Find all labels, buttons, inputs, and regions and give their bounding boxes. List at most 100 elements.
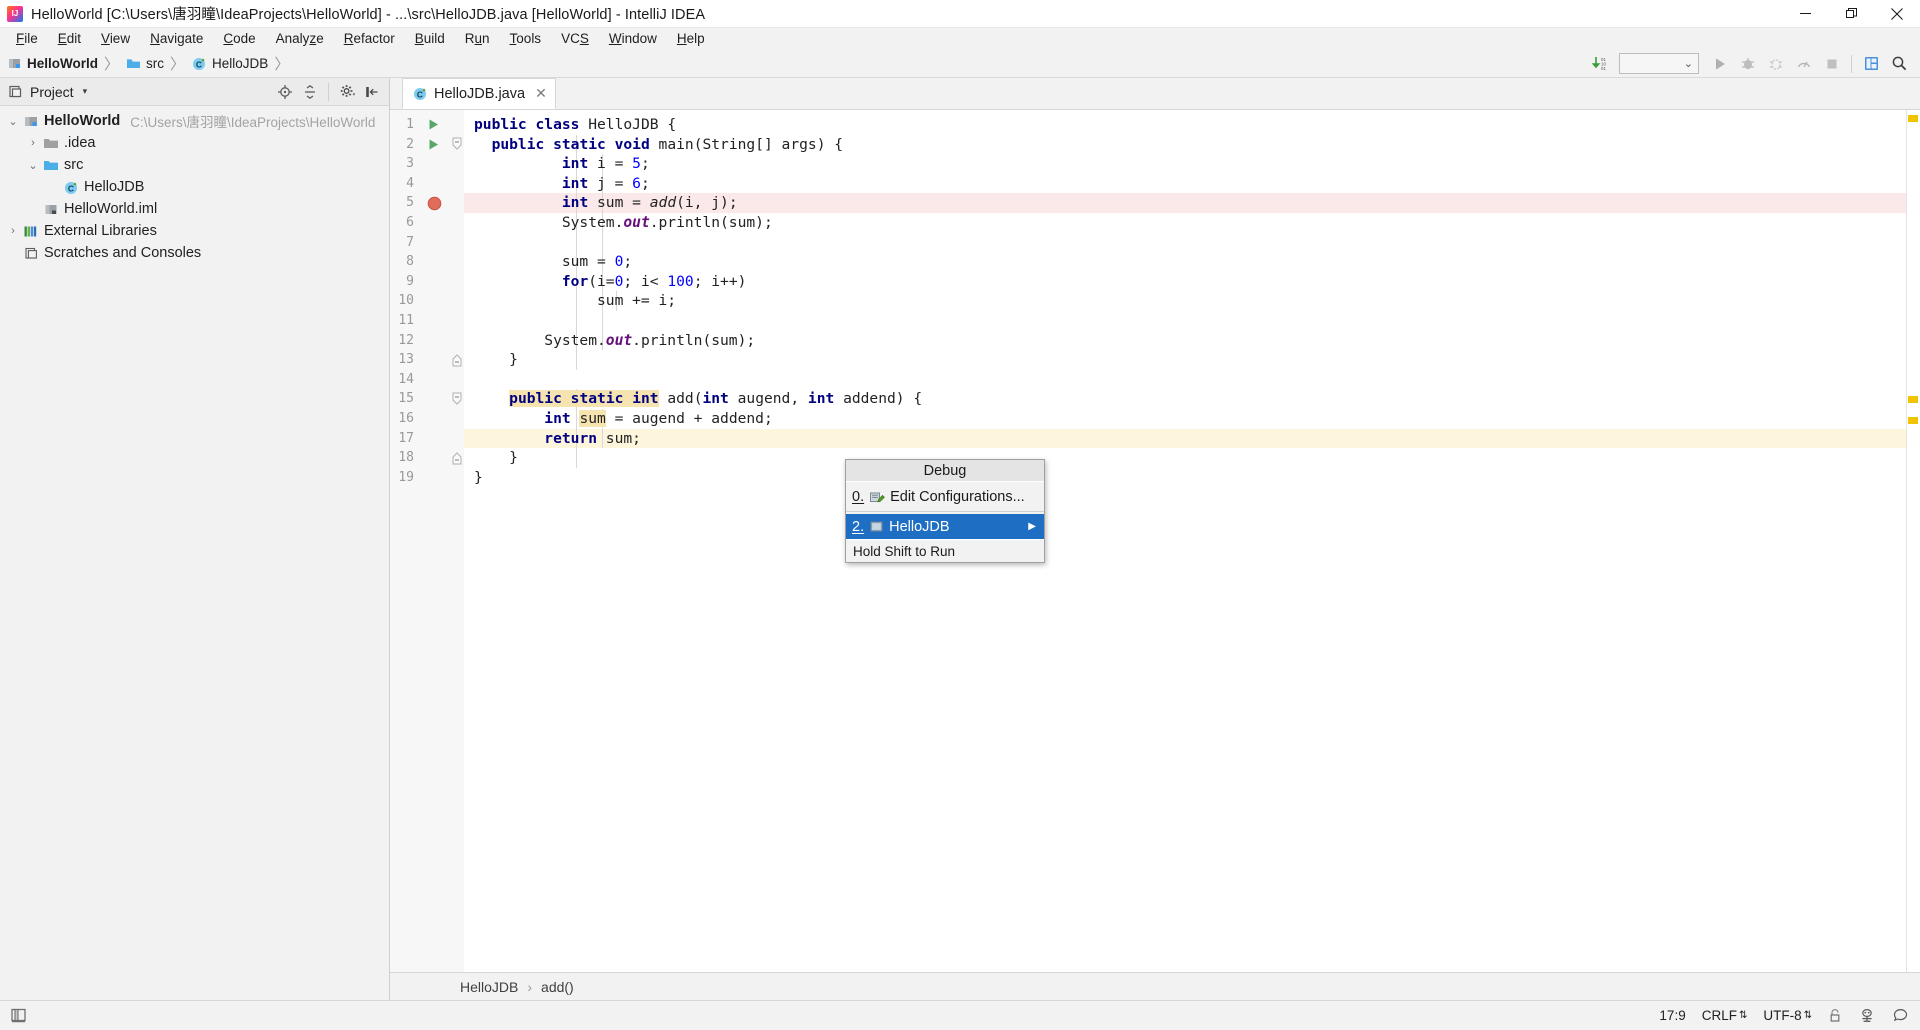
tree-node-src[interactable]: ⌄ src (0, 154, 389, 176)
breadcrumb-class-name[interactable]: HelloJDB (460, 979, 518, 995)
project-tree[interactable]: ⌄ HelloWorld C:\Users\唐羽瞳\IdeaProjects\Hel… (0, 106, 389, 1000)
read-only-lock-icon[interactable] (1828, 1008, 1842, 1023)
update-project-icon[interactable]: 01 10 01 (1587, 52, 1613, 76)
tree-node--idea[interactable]: › .idea (0, 132, 389, 154)
menu-window[interactable]: Window (599, 28, 667, 50)
stop-icon[interactable] (1819, 52, 1845, 76)
settings-layout-icon[interactable] (1858, 52, 1884, 76)
gutter-row[interactable]: 17 (390, 429, 450, 449)
code-line[interactable]: } (474, 468, 1906, 488)
breadcrumb-project[interactable]: HelloWorld (8, 56, 98, 71)
code-line[interactable] (474, 370, 1906, 390)
gutter-row[interactable]: 2 (390, 135, 450, 155)
run-configuration-select[interactable]: ⌄ (1619, 53, 1699, 74)
toggle-toolwindows-icon[interactable] (10, 1007, 27, 1024)
editor-fold-column[interactable] (450, 110, 464, 972)
gutter-row[interactable]: 14 (390, 370, 450, 390)
code-line[interactable]: public class HelloJDB { (474, 115, 1906, 135)
code-line[interactable]: int sum = augend + addend; (474, 409, 1906, 429)
gutter-row[interactable]: 4 (390, 174, 450, 194)
code-line[interactable]: int i = 5; (474, 154, 1906, 174)
run-with-coverage-icon[interactable] (1763, 52, 1789, 76)
menu-navigate[interactable]: Navigate (140, 28, 213, 50)
editor-code-text[interactable]: public class HelloJDB { public static vo… (464, 115, 1906, 972)
close-icon[interactable]: ✕ (535, 85, 547, 102)
editor-marker-bar[interactable] (1906, 110, 1920, 972)
marker-warning-line15[interactable] (1908, 396, 1918, 403)
caret-position[interactable]: 17:9 (1659, 1008, 1685, 1023)
menu-tools[interactable]: Tools (500, 28, 552, 50)
run-icon[interactable] (1707, 52, 1733, 76)
editor-code-area[interactable]: public class HelloJDB { public static vo… (464, 110, 1906, 972)
search-everywhere-icon[interactable] (1886, 52, 1912, 76)
fold-collapse-icon[interactable] (451, 135, 463, 155)
menu-file[interactable]: File (6, 28, 48, 50)
gutter-row[interactable]: 9 (390, 272, 450, 292)
fold-end-icon[interactable] (451, 350, 463, 370)
menu-analyze[interactable]: Analyze (266, 28, 334, 50)
chevron-right-icon[interactable]: › (4, 225, 22, 237)
breadcrumb-class[interactable]: C HelloJDB (192, 56, 268, 71)
menu-vcs[interactable]: VCS (551, 28, 599, 50)
run-gutter-icon[interactable] (427, 115, 440, 135)
code-line[interactable]: public static void main(String[] args) { (474, 135, 1906, 155)
menu-build[interactable]: Build (405, 28, 455, 50)
collapse-all-icon[interactable] (299, 81, 321, 103)
gutter-row[interactable]: 13 (390, 350, 450, 370)
breakpoint-icon[interactable] (427, 193, 442, 213)
gutter-row[interactable]: 15 (390, 389, 450, 409)
breadcrumb-method-name[interactable]: add() (541, 979, 574, 995)
tab-hellojdb-java[interactable]: C HelloJDB.java ✕ (402, 78, 556, 109)
code-line[interactable]: for(i=0; i< 100; i++) (474, 272, 1906, 292)
encoding-indicator[interactable]: UTF-8 ⇅ (1763, 1008, 1812, 1023)
fold-end-icon[interactable] (451, 448, 463, 468)
menu-run[interactable]: Run (455, 28, 500, 50)
close-button[interactable] (1874, 0, 1920, 28)
tree-node-helloworld-iml[interactable]: HelloWorld.iml (0, 198, 389, 220)
code-line[interactable]: sum = 0; (474, 252, 1906, 272)
code-line[interactable]: } (474, 448, 1906, 468)
chevron-down-icon[interactable]: ⌄ (4, 115, 22, 128)
marker-warning-line17[interactable] (1908, 417, 1918, 424)
tree-node-helloworld[interactable]: ⌄ HelloWorld C:\Users\唐羽瞳\IdeaProjects\Hel… (0, 110, 389, 132)
popup-item-edit-configurations[interactable]: 0. Edit Configurations... (846, 484, 1044, 509)
event-log-icon[interactable] (1892, 1007, 1910, 1025)
chevron-right-icon[interactable]: › (24, 137, 42, 149)
gutter-row[interactable]: 18 (390, 448, 450, 468)
gutter-row[interactable]: 16 (390, 409, 450, 429)
run-gutter-icon[interactable] (427, 135, 440, 155)
menu-help[interactable]: Help (667, 28, 715, 50)
hide-panel-icon[interactable] (361, 81, 383, 103)
gutter-row[interactable]: 10 (390, 291, 450, 311)
tree-node-scratches-and-consoles[interactable]: Scratches and Consoles (0, 242, 389, 264)
menu-edit[interactable]: Edit (48, 28, 91, 50)
gutter-row[interactable]: 8 (390, 252, 450, 272)
gutter-row[interactable]: 1 (390, 115, 450, 135)
code-line[interactable]: public static int add(int augend, int ad… (474, 389, 1906, 409)
code-line[interactable]: } (474, 350, 1906, 370)
minimize-button[interactable] (1782, 0, 1828, 28)
gutter-row[interactable]: 12 (390, 331, 450, 351)
gutter-row[interactable]: 19 (390, 468, 450, 488)
gutter-row[interactable]: 7 (390, 233, 450, 253)
debug-popup-menu[interactable]: Debug 0. Edit Configurations... 2. Hello… (845, 459, 1045, 563)
gutter-row[interactable]: 3 (390, 154, 450, 174)
menu-code[interactable]: Code (213, 28, 265, 50)
fold-collapse-icon[interactable] (451, 389, 463, 409)
chevron-down-icon[interactable]: ⌄ (24, 159, 42, 172)
menu-view[interactable]: View (91, 28, 140, 50)
code-line[interactable]: System.out.println(sum); (474, 331, 1906, 351)
code-line[interactable]: System.out.println(sum); (474, 213, 1906, 233)
gutter-row[interactable]: 11 (390, 311, 450, 331)
profiler-icon[interactable] (1791, 52, 1817, 76)
menu-refactor[interactable]: Refactor (334, 28, 405, 50)
breadcrumb-src[interactable]: src (126, 56, 164, 71)
gutter-row[interactable]: 5 (390, 193, 450, 213)
code-line[interactable]: int j = 6; (474, 174, 1906, 194)
line-separator-indicator[interactable]: CRLF ⇅ (1702, 1008, 1748, 1023)
code-line[interactable]: sum += i; (474, 291, 1906, 311)
debug-icon[interactable] (1735, 52, 1761, 76)
gear-icon[interactable] (336, 81, 358, 103)
inspection-hector-icon[interactable] (1858, 1007, 1876, 1025)
marker-warning-top[interactable] (1908, 115, 1918, 122)
